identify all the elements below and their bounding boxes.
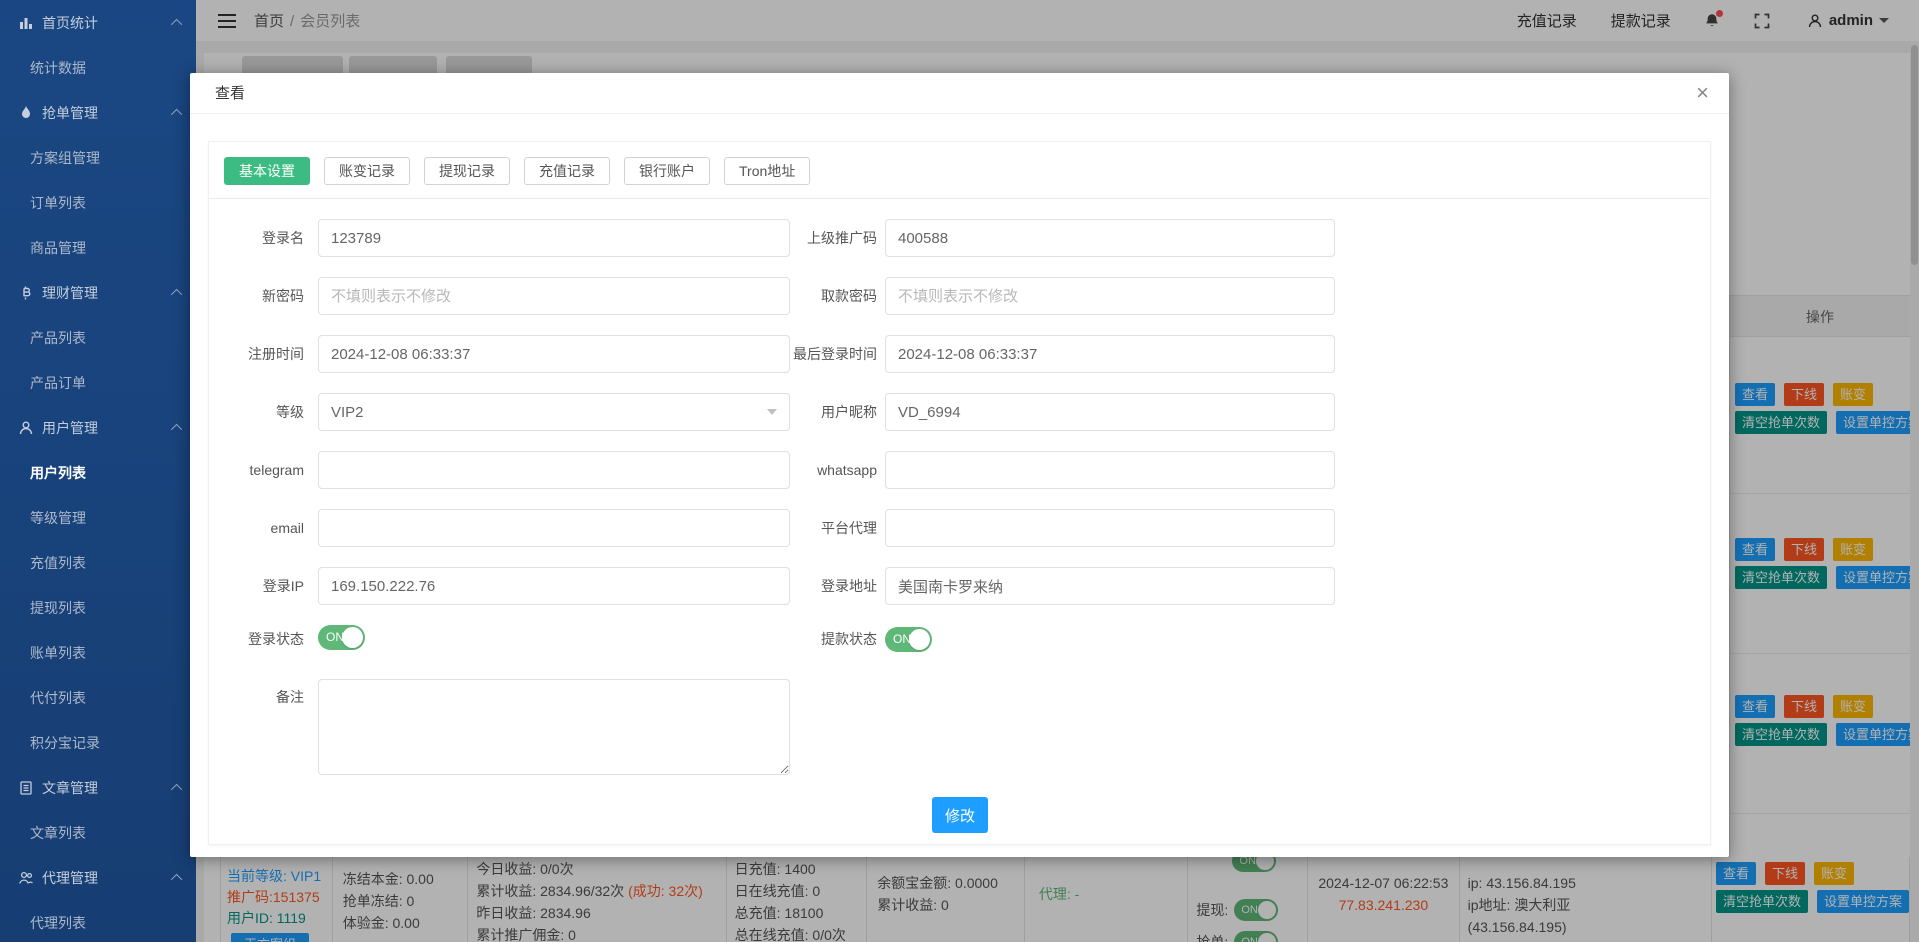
agents-icon [18,870,34,886]
whatsapp-label: whatsapp [790,462,877,478]
nickname-label: 用户昵称 [790,402,877,422]
withdraw-status-label: 提款状态 [790,629,877,649]
login-ip-input[interactable] [318,567,790,605]
sidebar-item-payout-list[interactable]: 代付列表 [0,675,196,720]
sidebar-section-article-mgmt[interactable]: 文章管理 [0,765,196,810]
nickname-input[interactable] [885,393,1335,431]
chevron-up-icon [171,288,182,299]
sidebar-section-finance-mgmt[interactable]: 理财管理 [0,270,196,315]
last-login-input[interactable] [885,335,1335,373]
new-password-input[interactable] [318,277,790,315]
sidebar-item-agent-list[interactable]: 代理列表 [0,900,196,942]
level-value: VIP2 [331,404,364,421]
sidebar-item-goods-mgmt[interactable]: 商品管理 [0,225,196,270]
sidebar-item-article-list[interactable]: 文章列表 [0,810,196,855]
chart-icon [18,15,34,31]
article-icon [18,780,34,796]
register-time-input[interactable] [318,335,790,373]
tab-balance-changes[interactable]: 账变记录 [324,157,410,185]
toggle-knob [342,627,363,648]
remark-textarea[interactable] [318,679,790,775]
new-password-label: 新密码 [209,286,304,306]
close-icon[interactable]: × [1696,79,1709,107]
sidebar-item-recharge-list[interactable]: 充值列表 [0,540,196,585]
login-status-toggle[interactable]: ON [318,625,365,650]
modal-tabs: 基本设置 账变记录 提现记录 充值记录 银行账户 Tron地址 [209,142,1710,199]
sidebar-item-stats-data[interactable]: 统计数据 [0,45,196,90]
login-address-input[interactable] [885,567,1335,605]
chevron-up-icon [171,423,182,434]
email-input[interactable] [318,509,790,547]
section-label: 首页统计 [42,13,98,33]
sidebar-section-home-stats[interactable]: 首页统计 [0,0,196,45]
section-label: 文章管理 [42,778,98,798]
chevron-up-icon [171,108,182,119]
member-form: 登录名 上级推广码 新密码 取款密码 注册时间 最后登录时间 等级 VIP [209,199,1710,833]
tab-recharge-records[interactable]: 充值记录 [524,157,610,185]
whatsapp-input[interactable] [885,451,1335,489]
sidebar-section-grab-mgmt[interactable]: 抢单管理 [0,90,196,135]
save-button[interactable]: 修改 [932,797,988,833]
tab-bank-account[interactable]: 银行账户 [624,157,710,185]
section-label: 抢单管理 [42,103,98,123]
tab-tron-address[interactable]: Tron地址 [724,157,810,185]
modal-title: 查看 [190,73,1729,114]
section-label: 用户管理 [42,418,98,438]
level-select[interactable]: VIP2 [318,393,790,431]
chevron-up-icon [171,873,182,884]
login-address-label: 登录地址 [790,576,877,596]
last-login-label: 最后登录时间 [790,344,877,364]
login-name-input[interactable] [318,219,790,257]
withdraw-password-label: 取款密码 [790,286,877,306]
select-caret-icon [767,409,777,415]
level-label: 等级 [209,402,304,422]
telegram-label: telegram [209,462,304,478]
parent-code-label: 上级推广码 [790,228,877,248]
withdraw-status-toggle[interactable]: ON [885,627,932,652]
platform-agent-input[interactable] [885,509,1335,547]
section-label: 理财管理 [42,283,98,303]
platform-agent-label: 平台代理 [790,518,877,538]
chevron-up-icon [171,783,182,794]
register-time-label: 注册时间 [209,344,304,364]
sidebar-section-user-mgmt[interactable]: 用户管理 [0,405,196,450]
sidebar-item-level-mgmt[interactable]: 等级管理 [0,495,196,540]
sidebar: 首页统计 统计数据 抢单管理 方案组管理 订单列表 商品管理 理财管理 产品列表… [0,0,196,942]
view-member-modal: 查看 × 基本设置 账变记录 提现记录 充值记录 银行账户 Tron地址 登录名… [190,73,1729,857]
finance-icon [18,285,34,301]
sidebar-item-plan-group[interactable]: 方案组管理 [0,135,196,180]
modal-card: 基本设置 账变记录 提现记录 充值记录 银行账户 Tron地址 登录名 上级推广… [208,141,1711,845]
login-name-label: 登录名 [209,228,304,248]
toggle-knob [909,629,930,650]
remark-label: 备注 [209,679,304,707]
tab-basic-settings[interactable]: 基本设置 [224,157,310,185]
chevron-up-icon [171,18,182,29]
email-label: email [209,520,304,536]
sidebar-item-product-list[interactable]: 产品列表 [0,315,196,360]
tab-withdraw-records[interactable]: 提现记录 [424,157,510,185]
sidebar-item-points-record[interactable]: 积分宝记录 [0,720,196,765]
parent-code-input[interactable] [885,219,1335,257]
fire-icon [18,105,34,121]
sidebar-item-bill-list[interactable]: 账单列表 [0,630,196,675]
sidebar-section-agent-mgmt[interactable]: 代理管理 [0,855,196,900]
sidebar-item-order-list[interactable]: 订单列表 [0,180,196,225]
sidebar-item-user-list[interactable]: 用户列表 [0,450,196,495]
withdraw-password-input[interactable] [885,277,1335,315]
section-label: 代理管理 [42,868,98,888]
sidebar-item-product-order[interactable]: 产品订单 [0,360,196,405]
sidebar-item-withdraw-list[interactable]: 提现列表 [0,585,196,630]
login-status-label: 登录状态 [209,629,304,649]
login-ip-label: 登录IP [209,576,304,596]
telegram-input[interactable] [318,451,790,489]
user-icon [18,420,34,436]
